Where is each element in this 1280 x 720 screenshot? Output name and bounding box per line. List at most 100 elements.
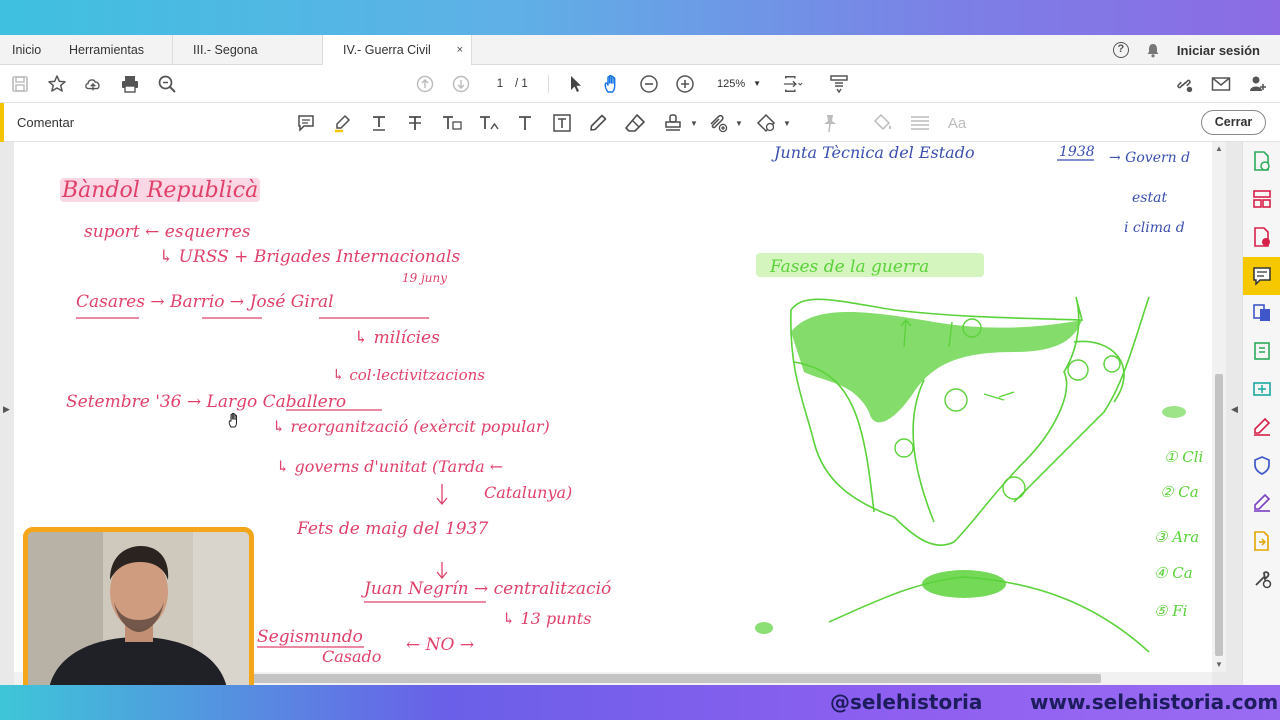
tab-close-icon[interactable]: × — [457, 35, 463, 65]
organize-pages-icon[interactable] — [1251, 188, 1273, 210]
zoom-out-icon[interactable] — [639, 74, 659, 94]
tab-home[interactable]: Inicio — [0, 35, 53, 65]
line-weight-icon[interactable] — [909, 112, 931, 134]
note-line: ← NO → — [406, 635, 474, 655]
fill-color-icon[interactable] — [873, 112, 895, 134]
vertical-scrollbar[interactable]: ▲ ▼ — [1212, 142, 1226, 672]
scroll-down-icon[interactable]: ▼ — [1215, 660, 1223, 669]
help-icon[interactable]: ? — [1112, 42, 1129, 58]
vertical-scroll-thumb[interactable] — [1215, 374, 1223, 656]
tab-doc-segona-republica[interactable]: III.- Segona Repúbli... — [172, 35, 322, 87]
zoom-level-value: 125% — [717, 78, 746, 90]
note-title: Bàndol Republicà — [61, 178, 258, 203]
insert-text-icon[interactable] — [478, 112, 500, 134]
sticky-note-icon[interactable] — [295, 112, 317, 134]
highlight-icon[interactable] — [331, 112, 353, 134]
chevron-down-icon[interactable]: ▼ — [728, 112, 750, 134]
note-line: ↳ governs d'unitat (Tarda ← — [276, 457, 503, 476]
fill-sign-icon[interactable] — [1251, 416, 1273, 438]
map-dot — [1162, 406, 1186, 418]
edit-pdf-icon[interactable] — [1251, 378, 1273, 400]
zoom-level-select[interactable]: 125% ▼ — [709, 75, 767, 93]
map-shaded-region — [922, 570, 1006, 598]
note-line: Casares → Barrio → José Giral — [76, 292, 334, 312]
text-box-icon[interactable] — [551, 112, 573, 134]
combine-files-icon[interactable] — [1251, 302, 1273, 324]
stamp-icon[interactable] — [662, 112, 684, 134]
chevron-down-icon[interactable]: ▼ — [683, 112, 705, 134]
note-line: suport ← esquerres — [84, 222, 251, 242]
legend-item: ⑤ Fi — [1154, 602, 1188, 620]
pin-icon[interactable] — [819, 112, 841, 134]
note-line: ↳ 13 punts — [502, 609, 591, 628]
horizontal-scroll-thumb[interactable] — [251, 674, 1101, 683]
protect-shield-icon[interactable] — [1251, 454, 1273, 476]
pointer-icon[interactable] — [565, 74, 585, 94]
note-line: ↳ col·lectivitzacions — [332, 366, 485, 384]
search-zoom-icon[interactable] — [157, 74, 177, 94]
right-panel-toggle-icon[interactable]: ◀ — [1231, 404, 1238, 415]
page-total: / 1 — [515, 78, 528, 90]
note-line: Setembre '36 → Largo Caballero — [66, 392, 346, 412]
tab-tools[interactable]: Herramientas — [57, 35, 156, 65]
note-line: ↳ reorganització (exèrcit popular) — [272, 417, 550, 436]
legend-item: ④ Ca — [1154, 564, 1193, 582]
brand-website: www.selehistoria.com — [1030, 690, 1279, 714]
page-number-input[interactable]: 1 — [487, 75, 513, 93]
compress-pdf-icon[interactable] — [1251, 340, 1273, 362]
note-line: i clima d — [1124, 220, 1185, 236]
legend-item: ② Ca — [1160, 483, 1199, 501]
main-toolbar: 1 / 1 125% ▼ — [0, 65, 1280, 103]
more-tools-icon[interactable] — [1251, 568, 1273, 590]
note-line: Catalunya) — [484, 483, 572, 502]
text-properties-icon[interactable]: Aa — [946, 112, 968, 134]
note-line: Junta Tècnica del Estado — [771, 143, 975, 162]
upload-icon[interactable] — [83, 74, 103, 94]
close-comment-button[interactable]: Cerrar — [1201, 110, 1266, 135]
next-page-icon[interactable] — [451, 74, 471, 94]
note-line: ↳ URSS + Brigades Internacionals — [159, 247, 460, 267]
top-gradient-banner — [0, 0, 1280, 35]
bell-icon[interactable] — [1145, 42, 1161, 58]
left-panel-toggle-icon[interactable]: ▶ — [3, 404, 10, 415]
brand-handle: @selehistoria — [830, 690, 983, 714]
map-dot — [755, 622, 773, 634]
previous-page-icon[interactable] — [415, 74, 435, 94]
save-icon[interactable] — [10, 74, 30, 94]
tab-tools-label: Herramientas — [69, 43, 145, 57]
note-line: Casado — [322, 647, 381, 666]
replace-text-icon[interactable] — [441, 112, 463, 134]
shapes-icon[interactable] — [755, 112, 777, 134]
note-year: 1938 — [1059, 144, 1095, 160]
zoom-in-icon[interactable] — [675, 74, 695, 94]
hand-cursor-icon — [227, 412, 241, 431]
legend-item: ③ Ara — [1154, 528, 1199, 546]
send-file-icon[interactable] — [1251, 530, 1273, 552]
comment-accent-bar — [0, 103, 4, 142]
webcam-overlay — [23, 527, 254, 699]
strikethrough-icon[interactable] — [404, 112, 426, 134]
link-icon[interactable] — [1174, 74, 1194, 94]
export-pdf-icon[interactable] — [1251, 150, 1273, 172]
print-icon[interactable] — [120, 74, 140, 94]
tab-doc-guerra-civil[interactable]: IV.- Guerra Civil (19... × — [322, 35, 472, 87]
signin-button[interactable]: Iniciar sesión — [1177, 43, 1260, 58]
add-text-icon[interactable] — [514, 112, 536, 134]
create-pdf-icon[interactable] — [1251, 226, 1273, 248]
scroll-mode-icon[interactable] — [829, 74, 849, 94]
star-icon[interactable] — [47, 74, 67, 94]
chevron-down-icon[interactable]: ▼ — [776, 112, 798, 134]
attach-icon[interactable] — [707, 112, 729, 134]
scroll-up-icon[interactable]: ▲ — [1215, 144, 1223, 153]
note-line: ↳ milícies — [354, 328, 440, 348]
hand-icon[interactable] — [602, 74, 622, 94]
request-signature-icon[interactable] — [1251, 492, 1273, 514]
mail-icon[interactable] — [1211, 74, 1231, 94]
add-user-icon[interactable] — [1248, 74, 1268, 94]
note-line: Segismundo — [257, 627, 363, 647]
page-fit-icon[interactable] — [783, 74, 803, 94]
underline-text-icon[interactable] — [368, 112, 390, 134]
pencil-icon[interactable] — [587, 112, 609, 134]
eraser-icon[interactable] — [624, 112, 646, 134]
comment-tool-icon[interactable] — [1251, 265, 1273, 287]
